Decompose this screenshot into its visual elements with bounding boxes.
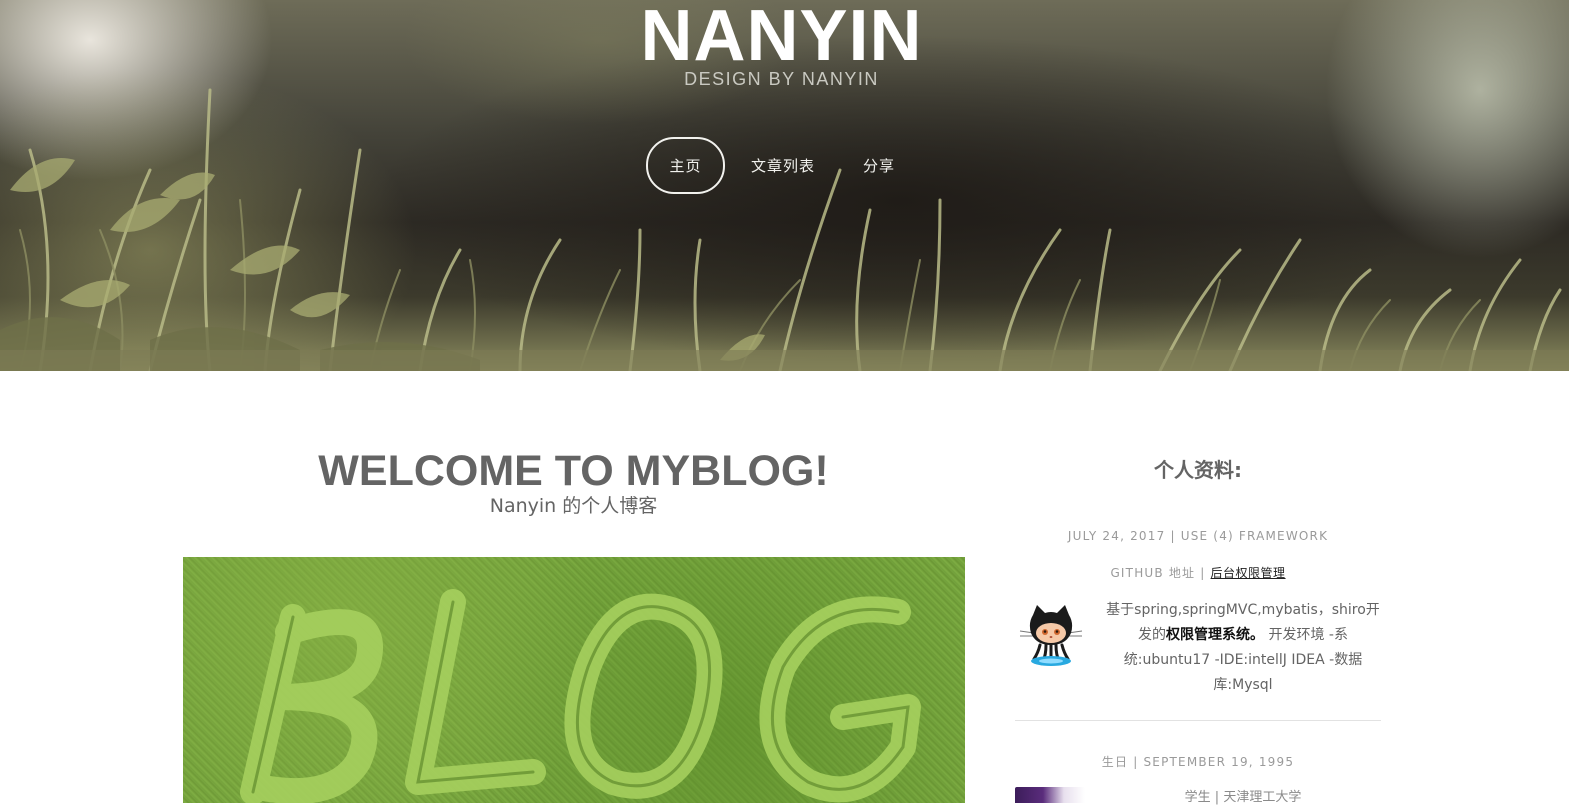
feature-image[interactable] xyxy=(183,557,965,803)
divider xyxy=(1015,720,1381,721)
nav-item-articles[interactable]: 文章列表 xyxy=(751,155,815,176)
nav-item-share[interactable]: 分享 xyxy=(863,155,895,176)
blog-grass-lettering xyxy=(240,589,921,803)
page-subtitle: Nanyin 的个人博客 xyxy=(489,495,658,517)
sidebar-title: 个人资料: xyxy=(1154,458,1242,482)
github-meta: GITHUB 地址 | 后台权限管理 xyxy=(1015,565,1381,581)
avatar xyxy=(1015,787,1085,803)
project-description: 基于spring,springMVC,mybatis，shiro开发的权限管理系… xyxy=(1105,598,1381,698)
bio-line: 学生 | 天津理工大学 xyxy=(1184,790,1302,805)
main-nav: 主页 文章列表 分享 xyxy=(646,137,895,194)
page-title: WELCOME TO MYBLOG! xyxy=(318,447,829,495)
site-subtitle: DESIGN BY NANYIN xyxy=(684,69,879,89)
nav-item-home[interactable]: 主页 xyxy=(646,137,725,194)
site-title: NANYIN xyxy=(640,0,923,76)
github-link[interactable]: 后台权限管理 xyxy=(1211,566,1286,580)
hero-banner: NANYIN DESIGN BY NANYIN 主页 文章列表 分享 xyxy=(0,0,1569,371)
birthday-meta: 生日 | SEPTEMBER 19, 1995 xyxy=(1101,755,1295,769)
post-meta: JULY 24, 2017 | USE (4) FRAMEWORK xyxy=(1067,529,1329,543)
description-highlight: 权限管理系统。 xyxy=(1166,627,1265,643)
github-octocat-icon[interactable] xyxy=(1016,601,1086,667)
github-label: GITHUB 地址 | xyxy=(1110,566,1206,580)
